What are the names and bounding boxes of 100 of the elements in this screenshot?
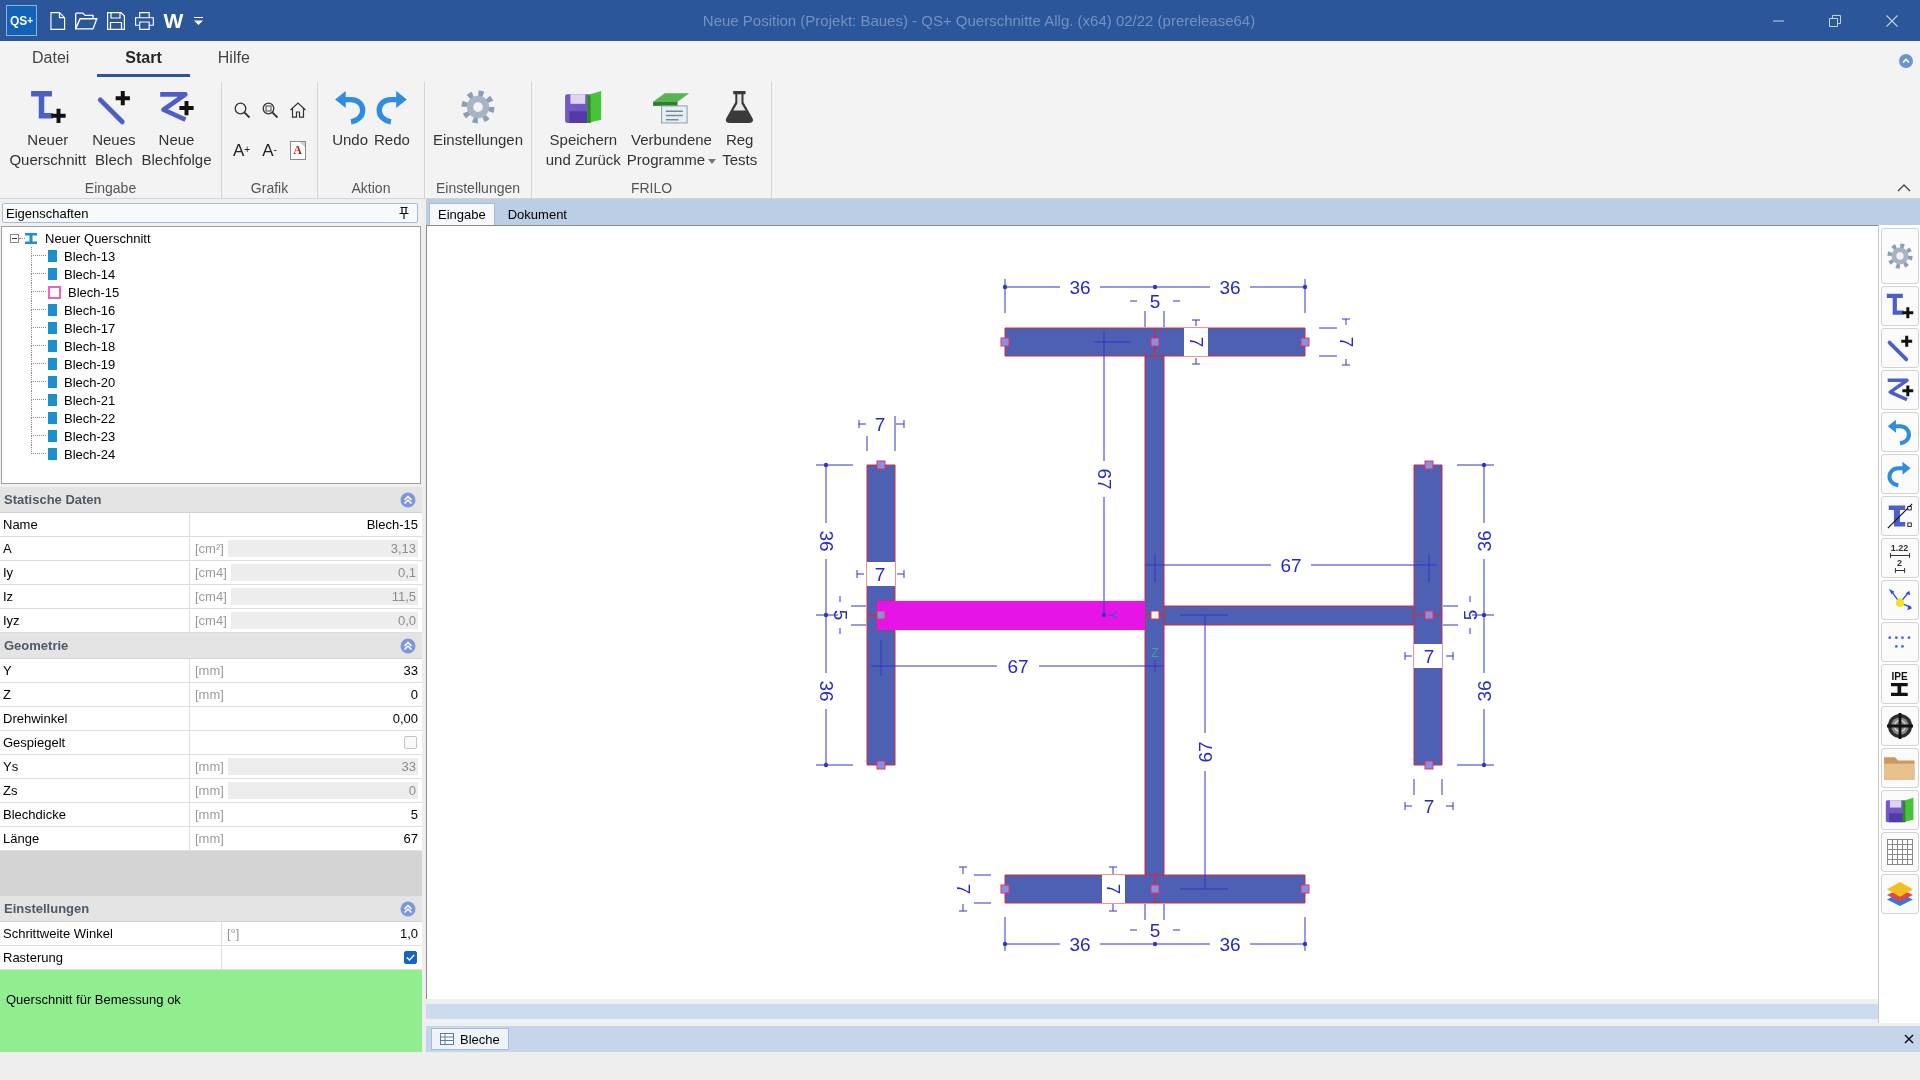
pin-icon[interactable] bbox=[399, 207, 409, 219]
property-value[interactable]: 0 bbox=[410, 687, 418, 702]
node-handle[interactable] bbox=[1424, 760, 1434, 770]
checkbox[interactable] bbox=[404, 951, 417, 964]
steel-plate[interactable] bbox=[1144, 355, 1165, 616]
steel-plate[interactable] bbox=[1004, 327, 1156, 357]
steel-plate[interactable] bbox=[1144, 614, 1165, 876]
beam-diagonal-button[interactable] bbox=[1880, 496, 1919, 536]
double-chevron-icon[interactable] bbox=[400, 637, 416, 654]
node-handle[interactable] bbox=[1300, 884, 1310, 894]
document-tab[interactable]: Eingabe bbox=[429, 203, 495, 225]
help-button[interactable] bbox=[1899, 53, 1913, 68]
collapse-ribbon-button[interactable] bbox=[1897, 184, 1911, 192]
zoom-in-button[interactable] bbox=[233, 102, 250, 118]
reg-tests-button[interactable]: Reg Tests bbox=[719, 90, 761, 170]
font-smaller-button[interactable]: A$^{-}$ bbox=[262, 141, 277, 159]
close-panel-button[interactable] bbox=[1904, 1034, 1914, 1044]
panel-tab[interactable]: Bleche bbox=[431, 1028, 509, 1050]
steel-plate[interactable] bbox=[1154, 874, 1306, 904]
section-header[interactable]: Geometrie bbox=[0, 633, 422, 659]
node-handle[interactable] bbox=[1424, 610, 1434, 620]
home-button[interactable] bbox=[289, 102, 306, 118]
new-sequence-button[interactable] bbox=[1880, 370, 1919, 410]
app-logo[interactable]: QS$^{+}$ bbox=[6, 5, 37, 36]
property-value[interactable]: 5 bbox=[410, 807, 418, 822]
property-value[interactable]: 1,0 bbox=[399, 926, 418, 941]
i-beam-icon bbox=[25, 232, 37, 244]
tree-item[interactable]: Blech-18 bbox=[48, 337, 118, 355]
tree-item[interactable]: Blech-14 bbox=[48, 265, 118, 283]
document-tab[interactable]: Dokument bbox=[498, 203, 576, 225]
steel-plate[interactable] bbox=[1413, 464, 1443, 616]
center-button[interactable] bbox=[1880, 706, 1919, 746]
vectors-button[interactable] bbox=[1880, 580, 1919, 620]
steel-plate[interactable] bbox=[1163, 605, 1415, 626]
printer-icon bbox=[135, 11, 154, 30]
node-handle[interactable] bbox=[876, 460, 886, 470]
profile-button[interactable]: IPE bbox=[1880, 664, 1919, 704]
dimension-line bbox=[1404, 778, 1454, 811]
ribbon-tab[interactable]: Datei bbox=[4, 41, 98, 77]
redo-icon bbox=[376, 90, 408, 124]
section-header[interactable]: Einstellungen bbox=[0, 896, 422, 922]
property-value[interactable]: 0,00 bbox=[392, 711, 418, 726]
word-button[interactable]: W bbox=[159, 5, 188, 36]
group-label: Grafik bbox=[250, 180, 289, 196]
new-sequence-button[interactable]: Neue Blechfolge bbox=[138, 90, 215, 170]
node-handle[interactable] bbox=[1424, 460, 1434, 470]
dimension-label: 7 bbox=[1102, 875, 1125, 903]
new-plate-button[interactable]: Neues Blech bbox=[89, 90, 139, 170]
dimension-label: 67 bbox=[1280, 554, 1302, 576]
property-label: Z bbox=[3, 687, 11, 702]
node-handle[interactable] bbox=[876, 760, 886, 770]
tree-item[interactable]: Blech-17 bbox=[48, 319, 118, 337]
horizontal-scrollbar[interactable] bbox=[426, 1003, 1878, 1019]
settings-button[interactable]: Einstellungen bbox=[429, 90, 527, 150]
node-handle[interactable] bbox=[1000, 884, 1010, 894]
save-return-button[interactable]: Speichern und Zurück bbox=[542, 90, 624, 170]
new-plate-button[interactable] bbox=[1880, 328, 1919, 368]
save-button[interactable] bbox=[1880, 790, 1919, 830]
tree-item[interactable]: Blech-21 bbox=[48, 391, 118, 409]
ribbon-tab[interactable]: Hilfe bbox=[189, 41, 278, 77]
tree-item[interactable]: Blech-24 bbox=[48, 445, 118, 463]
tree-item[interactable]: Blech-22 bbox=[48, 409, 118, 427]
double-chevron-icon[interactable] bbox=[400, 900, 416, 917]
tree-item[interactable]: Blech-16 bbox=[48, 301, 118, 319]
double-chevron-icon[interactable] bbox=[400, 491, 416, 508]
linked-programs-button[interactable]: Verbundene Programme bbox=[623, 90, 720, 170]
grid-button[interactable] bbox=[1880, 832, 1919, 872]
redo-button[interactable]: Redo bbox=[371, 90, 413, 150]
text-format-button[interactable]: A bbox=[289, 140, 306, 160]
ribbon-tab[interactable]: Start bbox=[97, 41, 190, 77]
property-value[interactable]: 67 bbox=[403, 831, 418, 846]
node-handle[interactable] bbox=[1150, 337, 1160, 347]
node-handle[interactable] bbox=[1300, 337, 1310, 347]
undo-button[interactable]: Undo bbox=[329, 90, 371, 150]
unit-label: [cm4] bbox=[195, 613, 227, 628]
tree-item[interactable]: Blech-15 bbox=[48, 283, 122, 301]
layers-button[interactable] bbox=[1880, 874, 1919, 914]
snap-points-button[interactable] bbox=[1880, 622, 1919, 662]
crosshair-circle-icon bbox=[1886, 713, 1913, 739]
property-value[interactable]: Blech-15 bbox=[366, 517, 418, 532]
close-icon bbox=[1904, 1034, 1914, 1044]
section-header[interactable]: Statische Daten bbox=[0, 487, 422, 513]
dimension-button[interactable]: 1.22 2 bbox=[1880, 538, 1919, 578]
node-handle[interactable] bbox=[1150, 884, 1160, 894]
font-larger-button[interactable]: A$^{+}$ bbox=[232, 141, 251, 159]
checkbox[interactable] bbox=[404, 736, 417, 749]
tree-item[interactable]: Neuer Querschnitt bbox=[25, 229, 153, 247]
zoom-fit-button[interactable] bbox=[261, 102, 278, 118]
node-handle[interactable] bbox=[876, 610, 886, 620]
node-handle[interactable] bbox=[1150, 610, 1160, 620]
drawing-canvas[interactable]: 36 36 5 7 7 67 7 36 36 5 7 67 67 36 5 36 7 67 7 7 7 5 36 36 Y Z bbox=[426, 225, 1878, 999]
tree-item[interactable]: Blech-19 bbox=[48, 355, 118, 373]
property-value[interactable]: 33 bbox=[403, 663, 418, 678]
node-handle[interactable] bbox=[1000, 337, 1010, 347]
new-section-button[interactable] bbox=[1880, 286, 1919, 326]
tree-item[interactable]: Blech-20 bbox=[48, 373, 118, 391]
new-section-button[interactable]: Neuer Querschnitt bbox=[6, 90, 90, 170]
minus-box-icon[interactable] bbox=[10, 233, 19, 243]
tree-item[interactable]: Blech-23 bbox=[48, 427, 118, 445]
tree-item[interactable]: Blech-13 bbox=[48, 247, 118, 265]
